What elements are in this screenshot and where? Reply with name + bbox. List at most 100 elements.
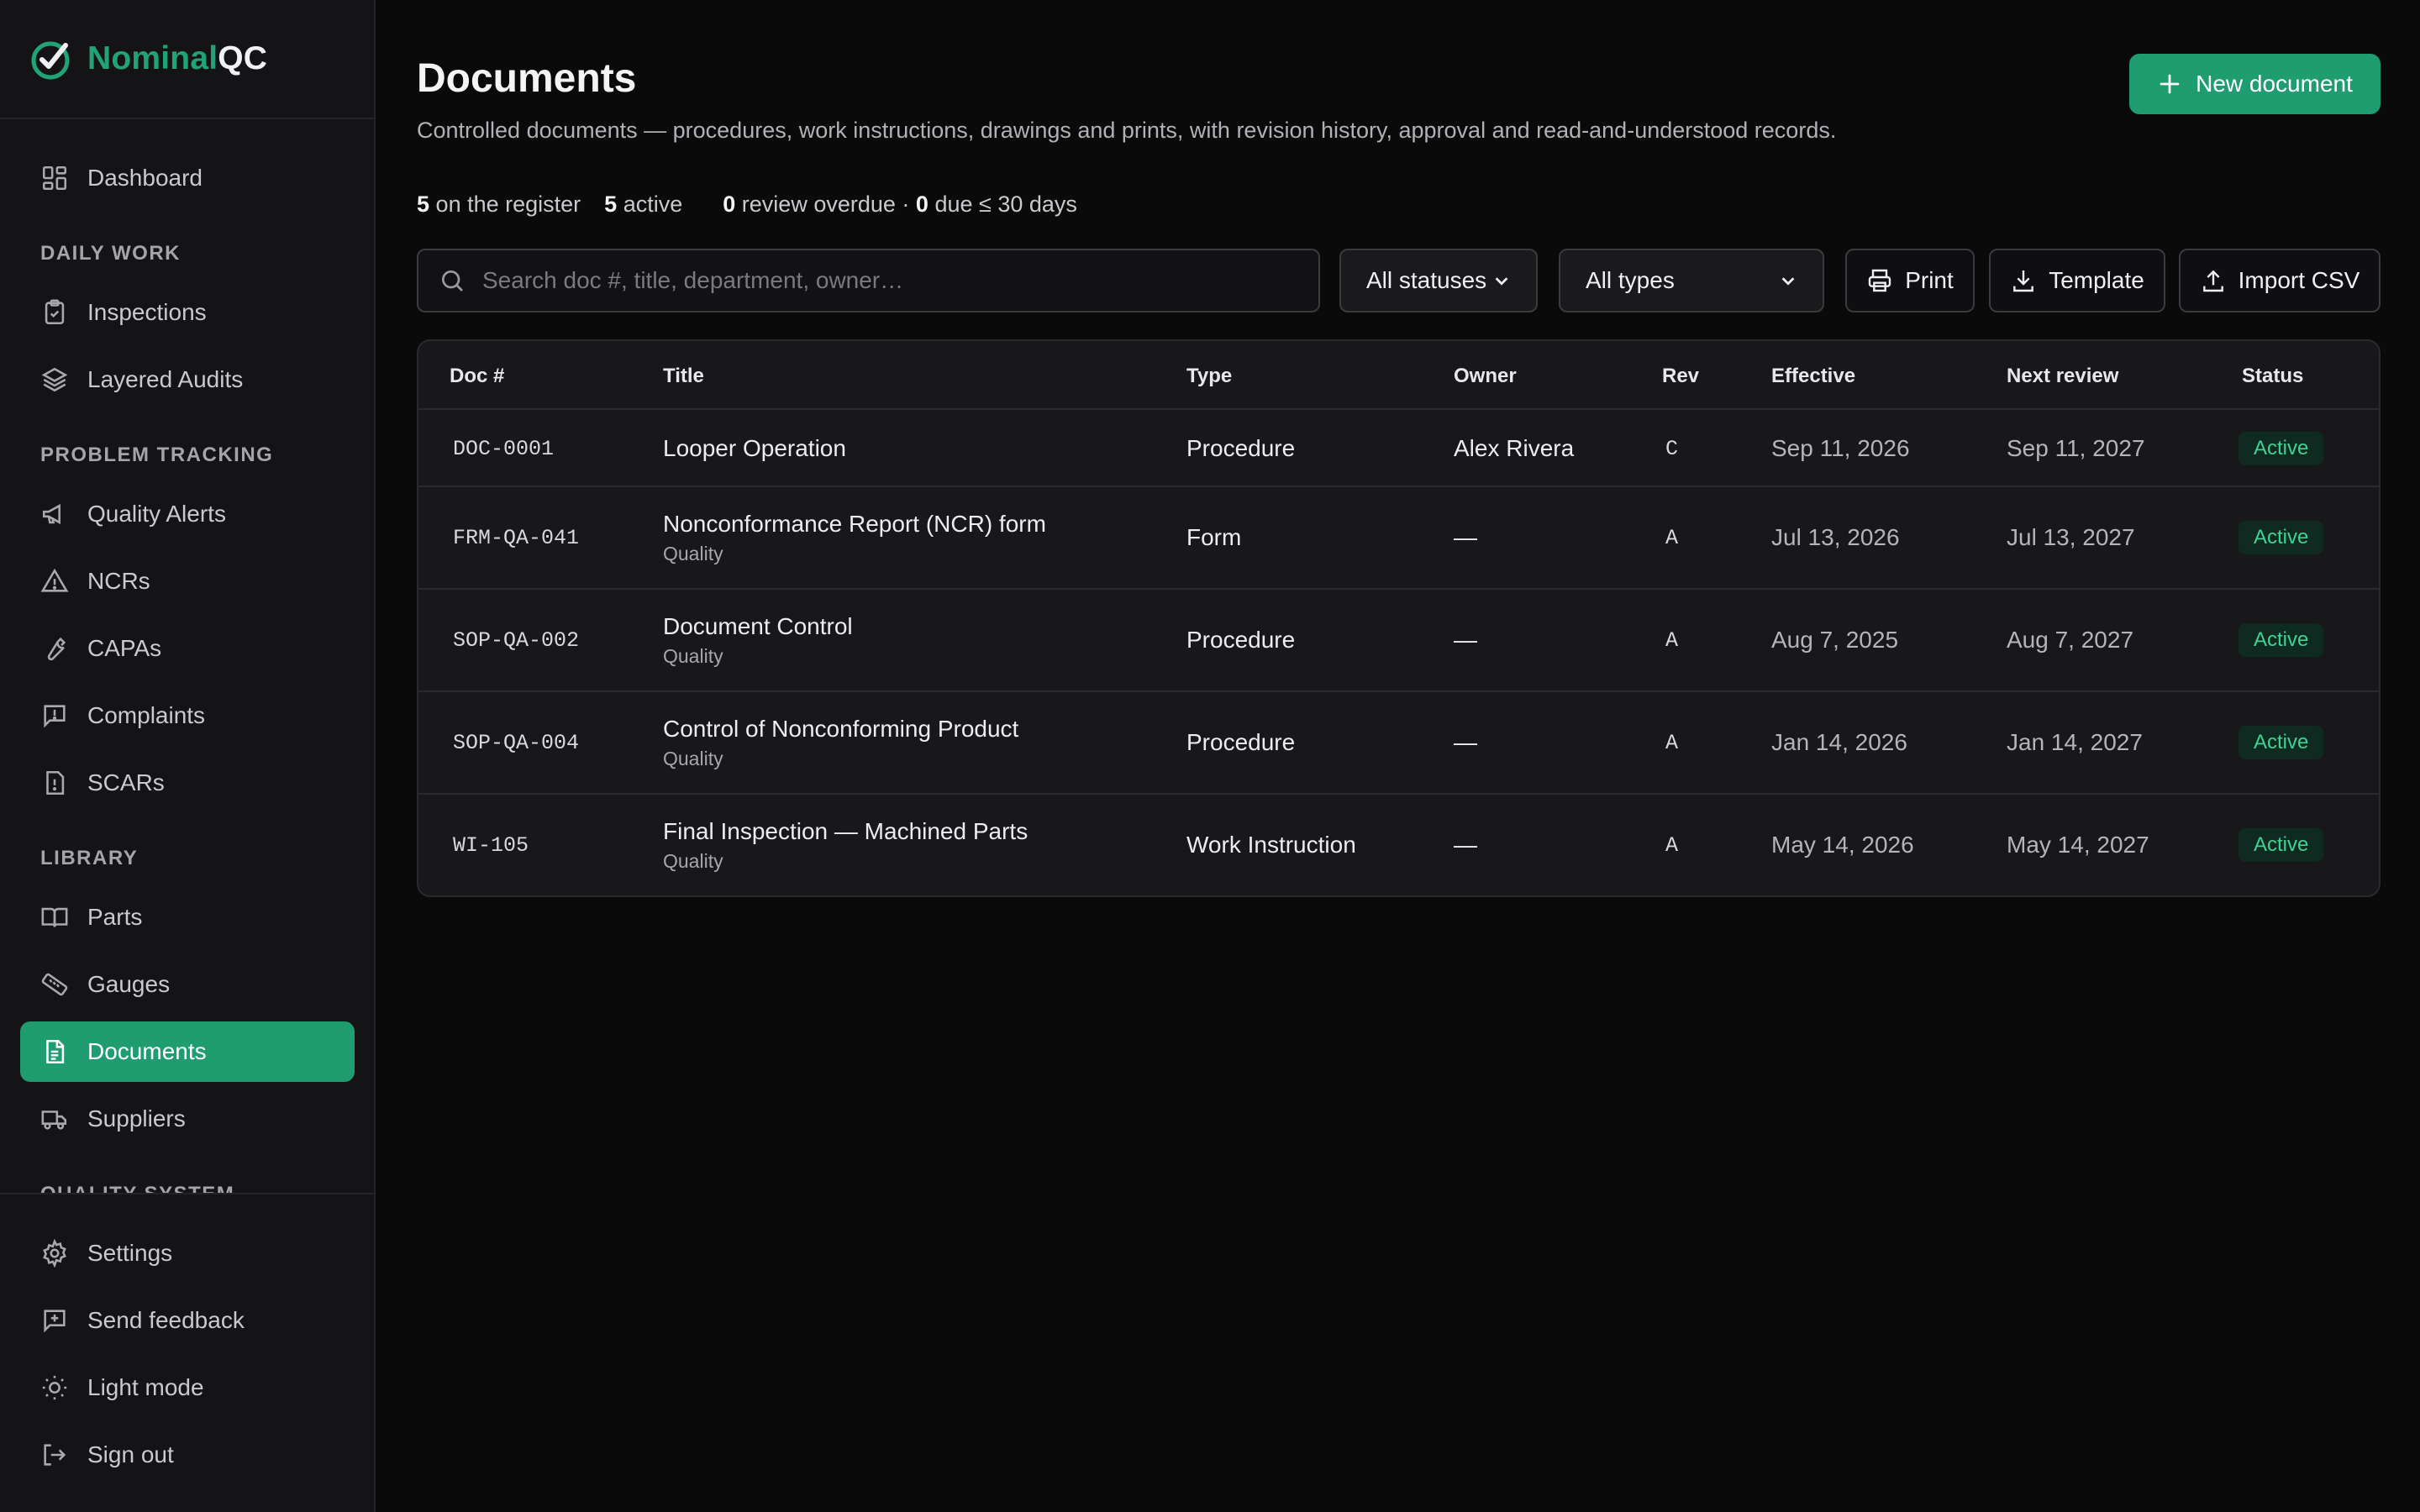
print-button[interactable]: Print — [1845, 249, 1975, 312]
sidebar-item-suppliers[interactable]: Suppliers — [20, 1089, 355, 1149]
sidebar-item-layered-audits[interactable]: Layered Audits — [20, 349, 355, 410]
due-count: 0 — [915, 192, 929, 217]
doc-department: Quality — [663, 645, 723, 667]
upload-icon — [2202, 270, 2223, 292]
sidebar-item-documents[interactable]: Documents — [20, 1021, 355, 1082]
status-badge: Active — [2238, 521, 2324, 554]
sidebar-item-dashboard[interactable]: Dashboard — [20, 148, 355, 208]
doc-number: SOP-QA-002 — [453, 628, 580, 653]
sidebar-item-inspections[interactable]: Inspections — [20, 282, 355, 343]
col-doc-number[interactable]: Doc # — [450, 365, 504, 388]
col-effective[interactable]: Effective — [1771, 365, 1855, 388]
brand[interactable]: NominalQC — [0, 0, 374, 119]
col-next-review[interactable]: Next review — [2007, 365, 2118, 388]
sidebar-item-label: Light mode — [87, 1374, 204, 1400]
doc-owner: — — [1454, 832, 1477, 858]
doc-effective: Sep 11, 2026 — [1771, 435, 1910, 461]
book-open-icon — [41, 907, 68, 927]
register-stats: 5 on the register 5 active 0 review over… — [417, 192, 1077, 218]
search-input[interactable] — [482, 267, 1289, 294]
overdue-label: review overdue — [741, 192, 896, 217]
documents-table: Doc # Title Type Owner Rev Effective Nex… — [417, 339, 2381, 897]
import-csv-button[interactable]: Import CSV — [2179, 249, 2381, 312]
table-header: Doc # Title Type Owner Rev Effective Nex… — [418, 341, 2379, 410]
doc-title[interactable]: Final Inspection — Machined Parts — [663, 818, 1028, 845]
search-box[interactable] — [417, 249, 1320, 312]
col-owner[interactable]: Owner — [1454, 365, 1517, 388]
sidebar-item-label: Settings — [87, 1240, 173, 1266]
overdue-count: 0 — [723, 192, 736, 217]
status-filter-select[interactable]: All statuses — [1339, 249, 1538, 312]
file-alert-icon — [46, 770, 65, 795]
sidebar-item-scars[interactable]: SCARs — [20, 753, 355, 813]
layers-icon — [41, 367, 68, 392]
check-circle-logo-icon — [31, 41, 70, 80]
chevron-down-icon — [1781, 277, 1795, 286]
sidebar-item-label: Quality Alerts — [87, 501, 226, 527]
table-row[interactable]: SOP-QA-004 Control of Nonconforming Prod… — [418, 692, 2379, 795]
doc-rev: A — [1665, 833, 1679, 858]
col-title[interactable]: Title — [663, 365, 704, 388]
sidebar-item-complaints[interactable]: Complaints — [20, 685, 355, 746]
megaphone-icon — [42, 503, 60, 525]
message-alert-icon — [44, 705, 66, 728]
table-row[interactable]: FRM-QA-041 Nonconformance Report (NCR) f… — [418, 487, 2379, 590]
doc-type: Procedure — [1186, 627, 1296, 653]
sidebar-item-sign-out[interactable]: Sign out — [20, 1425, 355, 1485]
doc-type: Form — [1186, 524, 1242, 550]
import-csv-label: Import CSV — [2238, 267, 2360, 293]
col-status[interactable]: Status — [2242, 365, 2303, 388]
doc-rev: A — [1665, 731, 1679, 755]
doc-owner: — — [1454, 627, 1477, 653]
sidebar-item-quality-alerts[interactable]: Quality Alerts — [20, 484, 355, 544]
truck-icon — [41, 1110, 67, 1130]
table-row[interactable]: DOC-0001 Looper Operation Procedure Alex… — [418, 410, 2379, 487]
sidebar-item-label: NCRs — [87, 568, 150, 594]
doc-title[interactable]: Nonconformance Report (NCR) form — [663, 511, 1046, 538]
type-filter-select[interactable]: All types — [1559, 249, 1824, 312]
warning-triangle-icon — [40, 568, 69, 592]
sidebar-item-light-mode[interactable]: Light mode — [20, 1357, 355, 1418]
table-row[interactable]: WI-105 Final Inspection — Machined Parts… — [418, 795, 2379, 895]
doc-rev: A — [1665, 628, 1679, 653]
sidebar-item-label: SCARs — [87, 769, 165, 795]
sidebar-nav: Dashboard DAILY WORK Inspections Layered… — [0, 119, 374, 1194]
sidebar-item-send-feedback[interactable]: Send feedback — [20, 1290, 355, 1351]
clipboard-check-icon — [45, 299, 65, 325]
sidebar-item-label: Gauges — [87, 971, 171, 997]
sidebar-item-label: Send feedback — [87, 1307, 245, 1333]
due-label: due ≤ 30 days — [934, 192, 1077, 217]
sidebar-item-label: Suppliers — [87, 1105, 186, 1131]
wrench-icon — [47, 637, 66, 661]
dashboard-icon — [42, 165, 67, 191]
template-button[interactable]: Template — [1989, 249, 2165, 312]
doc-number: SOP-QA-004 — [453, 731, 580, 755]
status-badge: Active — [2238, 828, 2324, 862]
sidebar-item-capas[interactable]: CAPAs — [20, 618, 355, 679]
plus-icon — [2160, 74, 2180, 94]
doc-rev: A — [1665, 526, 1679, 550]
register-label: on the register — [435, 192, 581, 217]
doc-title[interactable]: Control of Nonconforming Product — [663, 716, 1018, 743]
sidebar-item-ncrs[interactable]: NCRs — [20, 551, 355, 612]
sidebar-item-label: Inspections — [87, 299, 207, 325]
sidebar-item-settings[interactable]: Settings — [20, 1223, 355, 1284]
section-problem-tracking: PROBLEM TRACKING — [40, 444, 274, 466]
doc-title[interactable]: Looper Operation — [663, 435, 846, 462]
doc-owner: — — [1454, 524, 1477, 550]
doc-title[interactable]: Document Control — [663, 613, 853, 640]
log-out-icon — [44, 1444, 66, 1466]
doc-department: Quality — [663, 543, 723, 564]
col-type[interactable]: Type — [1186, 365, 1232, 388]
doc-number: DOC-0001 — [453, 437, 555, 461]
sidebar-item-gauges[interactable]: Gauges — [20, 954, 355, 1015]
doc-type: Procedure — [1186, 435, 1296, 461]
status-filter-value: All statuses — [1366, 267, 1487, 293]
chevron-down-icon — [1495, 277, 1508, 286]
section-library: LIBRARY — [40, 847, 139, 869]
new-document-button[interactable]: New document — [2129, 54, 2381, 114]
sun-icon — [42, 1375, 67, 1400]
sidebar-item-parts[interactable]: Parts — [20, 887, 355, 948]
table-row[interactable]: SOP-QA-002 Document Control Quality Proc… — [418, 590, 2379, 692]
col-rev[interactable]: Rev — [1662, 365, 1699, 388]
